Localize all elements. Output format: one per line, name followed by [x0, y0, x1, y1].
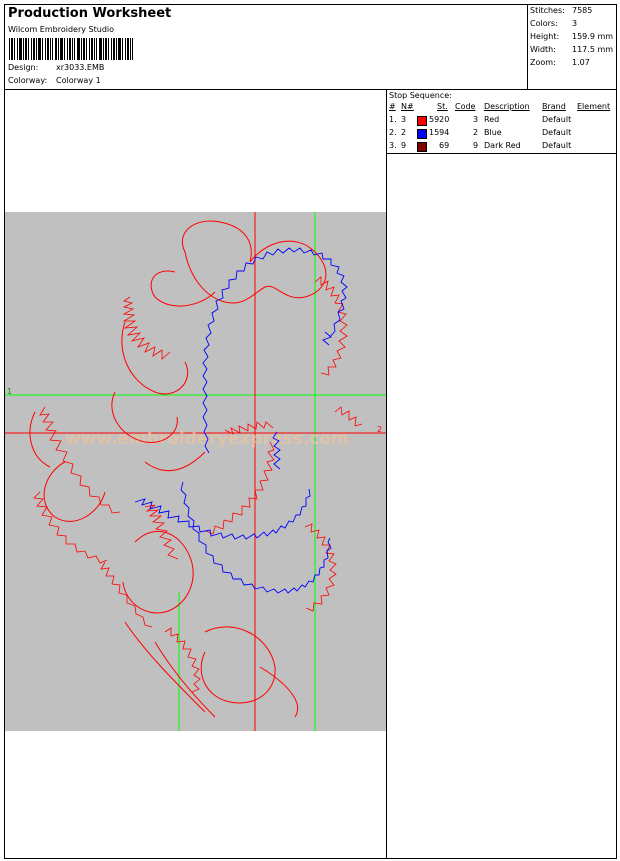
worksheet-header: Production Worksheet Wilcom Embroidery S… [5, 5, 616, 90]
row-num: 1. [389, 115, 397, 124]
embroidery-design-image: www.embroideryexpress.com 1 2 [5, 212, 386, 731]
zoom-row: Zoom: 1.07 [530, 58, 590, 67]
worksheet: Production Worksheet Wilcom Embroidery S… [4, 4, 617, 859]
header-code: Code [455, 102, 476, 111]
width-row: Width: 117.5 mm [530, 45, 613, 54]
design-value: xr3033.EMB [56, 63, 105, 72]
colorway-row: Colorway: Colorway 1 [8, 76, 101, 85]
colorway-value: Colorway 1 [56, 76, 101, 85]
stop-sequence-title: Stop Sequence: [389, 91, 452, 100]
zoom-value: 1.07 [572, 58, 590, 67]
colors-label: Colors: [530, 19, 558, 28]
header-stitches: St. [437, 102, 448, 111]
design-label: Design: [8, 63, 39, 72]
header-needle: N# [401, 102, 414, 111]
height-row: Height: 159.9 mm [530, 32, 613, 41]
width-label: Width: [530, 45, 556, 54]
row-needle: 3 [401, 115, 407, 124]
header-brand: Brand [542, 102, 566, 111]
guide-marker-2: 2 [377, 425, 382, 434]
row-description: Blue [484, 128, 502, 137]
red-thread-outlines [29, 220, 327, 718]
height-label: Height: [530, 32, 560, 41]
header-element: Element [577, 102, 611, 111]
colors-value: 3 [572, 19, 578, 28]
design-row: Design: xr3033.EMB [8, 63, 104, 72]
row-stitches: 1594 [429, 128, 450, 137]
row-num: 2. [389, 128, 397, 137]
zoom-label: Zoom: [530, 58, 556, 67]
colors-row: Colors: 3 [530, 19, 577, 28]
height-value: 159.9 mm [572, 32, 614, 41]
design-preview: www.embroideryexpress.com 1 2 [5, 212, 386, 731]
row-brand: Default [542, 115, 572, 124]
header-description: Description [484, 102, 530, 111]
column-divider [386, 89, 387, 858]
barcode-image [9, 38, 133, 60]
row-stitches: 69 [439, 141, 450, 150]
software-name: Wilcom Embroidery Studio [8, 25, 115, 34]
row-description: Red [484, 115, 500, 124]
colorway-label: Colorway: [8, 76, 48, 85]
stitches-row: Stitches: 7585 [530, 6, 592, 15]
row-needle: 9 [401, 141, 407, 150]
page-title: Production Worksheet [8, 6, 172, 21]
header-num: # [389, 102, 396, 111]
stitches-value: 7585 [572, 6, 593, 15]
row-brand: Default [542, 141, 572, 150]
row-description: Dark Red [484, 141, 521, 150]
stitches-label: Stitches: [530, 6, 565, 15]
watermark-text: www.embroideryexpress.com [65, 429, 349, 449]
width-value: 117.5 mm [572, 45, 614, 54]
row-code: 2 [473, 128, 479, 137]
row-code: 9 [473, 141, 479, 150]
red-satin-fringes [33, 276, 363, 693]
stop-sequence-table: Stop Sequence: # N# St. Code Description… [387, 89, 617, 154]
dark-red-swatch [417, 142, 427, 152]
row-code: 3 [473, 115, 479, 124]
guide-marker-1: 1 [7, 387, 12, 396]
row-num: 3. [389, 141, 397, 150]
blue-swatch [417, 129, 427, 139]
red-swatch [417, 116, 427, 126]
row-stitches: 5920 [429, 115, 450, 124]
row-brand: Default [542, 128, 572, 137]
row-needle: 2 [401, 128, 407, 137]
stats-panel: Stitches: 7585 Colors: 3 Height: 159.9 m… [527, 5, 617, 89]
